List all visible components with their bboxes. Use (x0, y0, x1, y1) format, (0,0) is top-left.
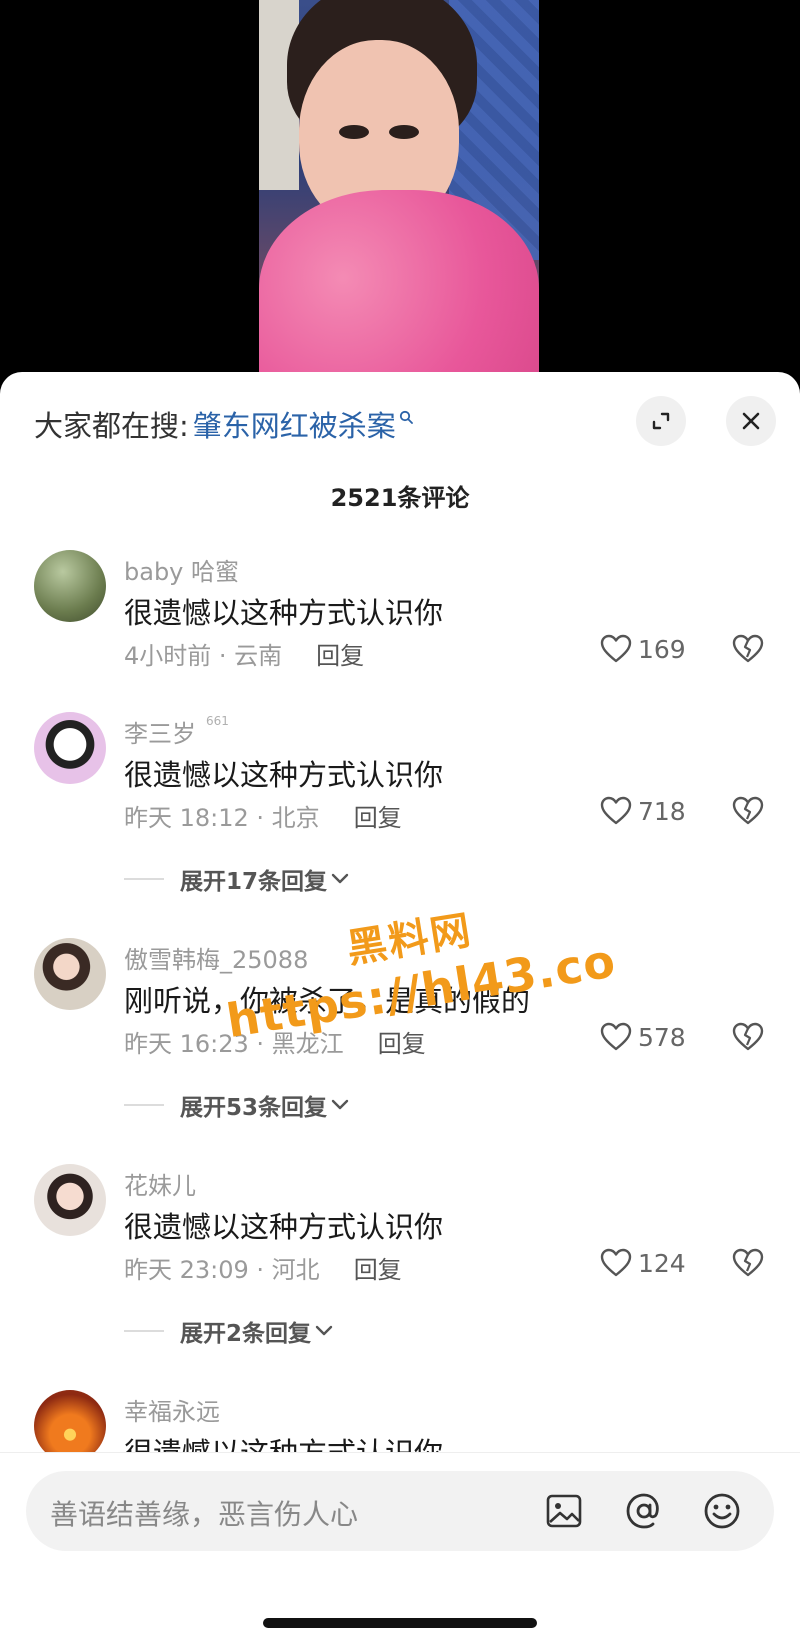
broken-heart-icon (732, 796, 764, 825)
comment-input[interactable]: 善语结善缘，恶言伤人心 (26, 1471, 774, 1551)
divider (124, 878, 164, 880)
chevron-down-icon (315, 1325, 333, 1336)
like-count: 169 (638, 634, 686, 664)
comment-username-text: 傲雪韩梅_25088 (124, 946, 309, 974)
comment-meta: 昨天 23:09 · 河北 回复 (124, 1250, 402, 1285)
comment-input-bar: 善语结善缘，恶言伤人心 (0, 1452, 800, 1635)
broken-heart-icon (732, 1248, 764, 1277)
comment-username-text: 李三岁 (124, 720, 196, 748)
search-icon (399, 410, 413, 424)
comment-item: 李三岁 661 很遗憾以这种方式认识你 昨天 18:12 · 北京 回复 718 展… (0, 712, 800, 895)
close-button[interactable] (726, 396, 776, 446)
like-count: 718 (638, 796, 686, 826)
comment-username[interactable]: 花妹儿 (124, 1166, 196, 1201)
comment-item: 幸福永远 很遗憾以这种方式认识你 (0, 1390, 800, 1452)
comment-item: 傲雪韩梅_25088 刚听说，你被杀了，是真的假的 昨天 16:23 · 黑龙江… (0, 938, 800, 1121)
heart-icon (600, 634, 632, 663)
broken-heart-icon (732, 634, 764, 663)
video-player[interactable] (0, 0, 800, 400)
dislike-button[interactable] (732, 634, 764, 668)
comment-input-placeholder: 善语结善缘，恶言伤人心 (50, 1498, 359, 1531)
like-count: 578 (638, 1022, 686, 1052)
expand-icon (652, 412, 670, 430)
comment-username[interactable]: baby 哈蜜 (124, 552, 239, 587)
avatar[interactable] (34, 550, 106, 622)
search-suggestion[interactable]: 大家都在搜: 肇东网红被杀案 (34, 402, 413, 446)
heart-icon (600, 1022, 632, 1051)
image-button[interactable] (542, 1489, 586, 1533)
comment-text: 很遗憾以这种方式认识你 (124, 1210, 444, 1244)
reply-button[interactable]: 回复 (316, 642, 364, 670)
video-person-shirt (259, 190, 539, 400)
reply-button[interactable]: 回复 (354, 804, 402, 832)
comment-text: 刚听说，你被杀了，是真的假的 (124, 984, 531, 1018)
comment-meta: 昨天 16:23 · 黑龙江 回复 (124, 1024, 426, 1059)
comment-username[interactable]: 傲雪韩梅_25088 (124, 940, 308, 975)
comment-item: baby 哈蜜 很遗憾以这种方式认识你 4小时前 · 云南 回复 169 (0, 550, 800, 680)
chevron-down-icon (331, 873, 349, 884)
comment-meta: 昨天 18:12 · 北京 回复 (124, 798, 402, 833)
expand-button[interactable] (636, 396, 686, 446)
user-badge: 661 (206, 714, 229, 728)
comment-username[interactable]: 幸福永远 (124, 1392, 220, 1427)
close-icon (742, 412, 760, 430)
comment-username[interactable]: 李三岁 661 (124, 714, 229, 749)
broken-heart-icon (732, 1022, 764, 1051)
chevron-down-icon (331, 1099, 349, 1110)
comment-username-text: 幸福永远 (124, 1398, 220, 1426)
emoji-icon (704, 1493, 740, 1529)
divider (124, 1104, 164, 1106)
like-button[interactable]: 169 (600, 634, 686, 664)
at-icon (626, 1493, 659, 1529)
video-person-eye (389, 125, 419, 139)
comment-username-text: 花妹儿 (124, 1172, 196, 1200)
comment-time-location: 昨天 18:12 · 北京 (124, 804, 320, 832)
expand-replies-button[interactable]: 展开17条回复 (124, 862, 349, 896)
dislike-button[interactable] (732, 1022, 764, 1056)
search-suggestion-label: 大家都在搜: (34, 409, 189, 443)
like-button[interactable]: 718 (600, 796, 686, 826)
heart-icon (600, 1248, 632, 1277)
comment-text: 很遗憾以这种方式认识你 (124, 1430, 443, 1452)
comment-sheet: 大家都在搜: 肇东网红被杀案 2521条评论 baby 哈蜜 很遗憾以这种方式认… (0, 372, 800, 1635)
comment-time-location: 4小时前 · 云南 (124, 642, 283, 670)
mention-button[interactable] (622, 1489, 666, 1533)
dislike-button[interactable] (732, 796, 764, 830)
home-indicator[interactable] (263, 1618, 537, 1628)
like-button[interactable]: 578 (600, 1022, 686, 1052)
expand-replies-button[interactable]: 展开53条回复 (124, 1088, 349, 1122)
avatar[interactable] (34, 1390, 106, 1452)
divider (124, 1330, 164, 1332)
comment-meta: 4小时前 · 云南 回复 (124, 636, 364, 671)
expand-replies-label: 展开17条回复 (180, 869, 328, 895)
like-count: 124 (638, 1248, 686, 1278)
heart-icon (600, 796, 632, 825)
reply-button[interactable]: 回复 (354, 1256, 402, 1284)
video-frame (259, 0, 539, 400)
avatar[interactable] (34, 938, 106, 1010)
search-suggestion-term[interactable]: 肇东网红被杀案 (193, 403, 396, 445)
expand-replies-button[interactable]: 展开2条回复 (124, 1314, 333, 1348)
comment-text: 很遗憾以这种方式认识你 (124, 596, 444, 630)
avatar[interactable] (34, 1164, 106, 1236)
dislike-button[interactable] (732, 1248, 764, 1282)
comment-text: 很遗憾以这种方式认识你 (124, 758, 444, 792)
like-button[interactable]: 124 (600, 1248, 686, 1278)
comment-time-location: 昨天 23:09 · 河北 (124, 1256, 320, 1284)
expand-replies-label: 展开53条回复 (180, 1095, 328, 1121)
comment-item: 花妹儿 很遗憾以这种方式认识你 昨天 23:09 · 河北 回复 124 展开2条… (0, 1164, 800, 1347)
video-person-eye (339, 125, 369, 139)
comment-time-location: 昨天 16:23 · 黑龙江 (124, 1030, 344, 1058)
comment-username-text: baby 哈蜜 (124, 558, 240, 586)
reply-button[interactable]: 回复 (378, 1030, 426, 1058)
comment-count-title: 2521条评论 (330, 484, 470, 512)
avatar[interactable] (34, 712, 106, 784)
expand-replies-label: 展开2条回复 (180, 1321, 312, 1347)
emoji-button[interactable] (700, 1489, 744, 1533)
image-icon (546, 1494, 582, 1528)
